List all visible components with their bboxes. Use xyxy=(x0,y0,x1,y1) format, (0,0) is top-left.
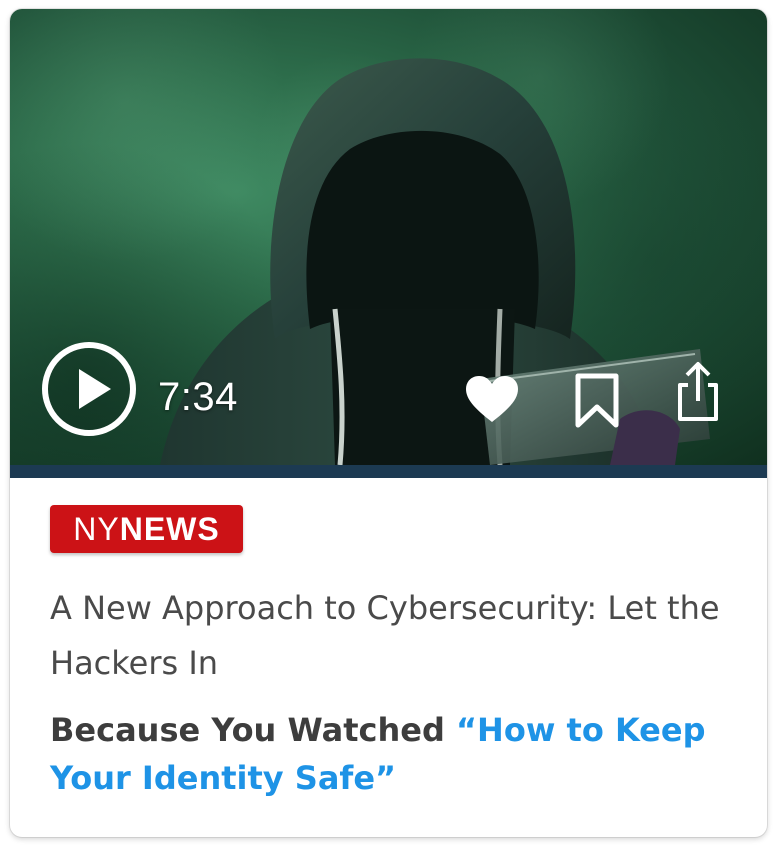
heart-icon xyxy=(466,376,518,422)
source-name: NEWS xyxy=(119,510,220,547)
bookmark-button[interactable] xyxy=(573,371,621,431)
video-thumbnail[interactable]: 7:34 xyxy=(10,9,767,465)
video-duration: 7:34 xyxy=(158,375,238,419)
recommendation-prefix: Because You Watched xyxy=(50,711,457,749)
source-badge: NY NEWS xyxy=(50,505,243,553)
video-progress-bar[interactable] xyxy=(10,465,767,478)
share-button[interactable] xyxy=(674,361,722,423)
recommendation-reason: Because You Watched “How to Keep Your Id… xyxy=(50,706,740,802)
video-card[interactable]: 7:34 NY NEWS A New Approach to Cybersecur… xyxy=(10,9,767,837)
source-prefix: NY xyxy=(73,510,120,547)
play-button[interactable] xyxy=(41,341,137,437)
share-icon xyxy=(678,362,718,421)
like-button[interactable] xyxy=(464,375,520,425)
article-title[interactable]: A New Approach to Cybersecurity: Let the… xyxy=(50,581,730,691)
bookmark-icon xyxy=(575,373,619,428)
play-circle-icon xyxy=(42,342,136,436)
